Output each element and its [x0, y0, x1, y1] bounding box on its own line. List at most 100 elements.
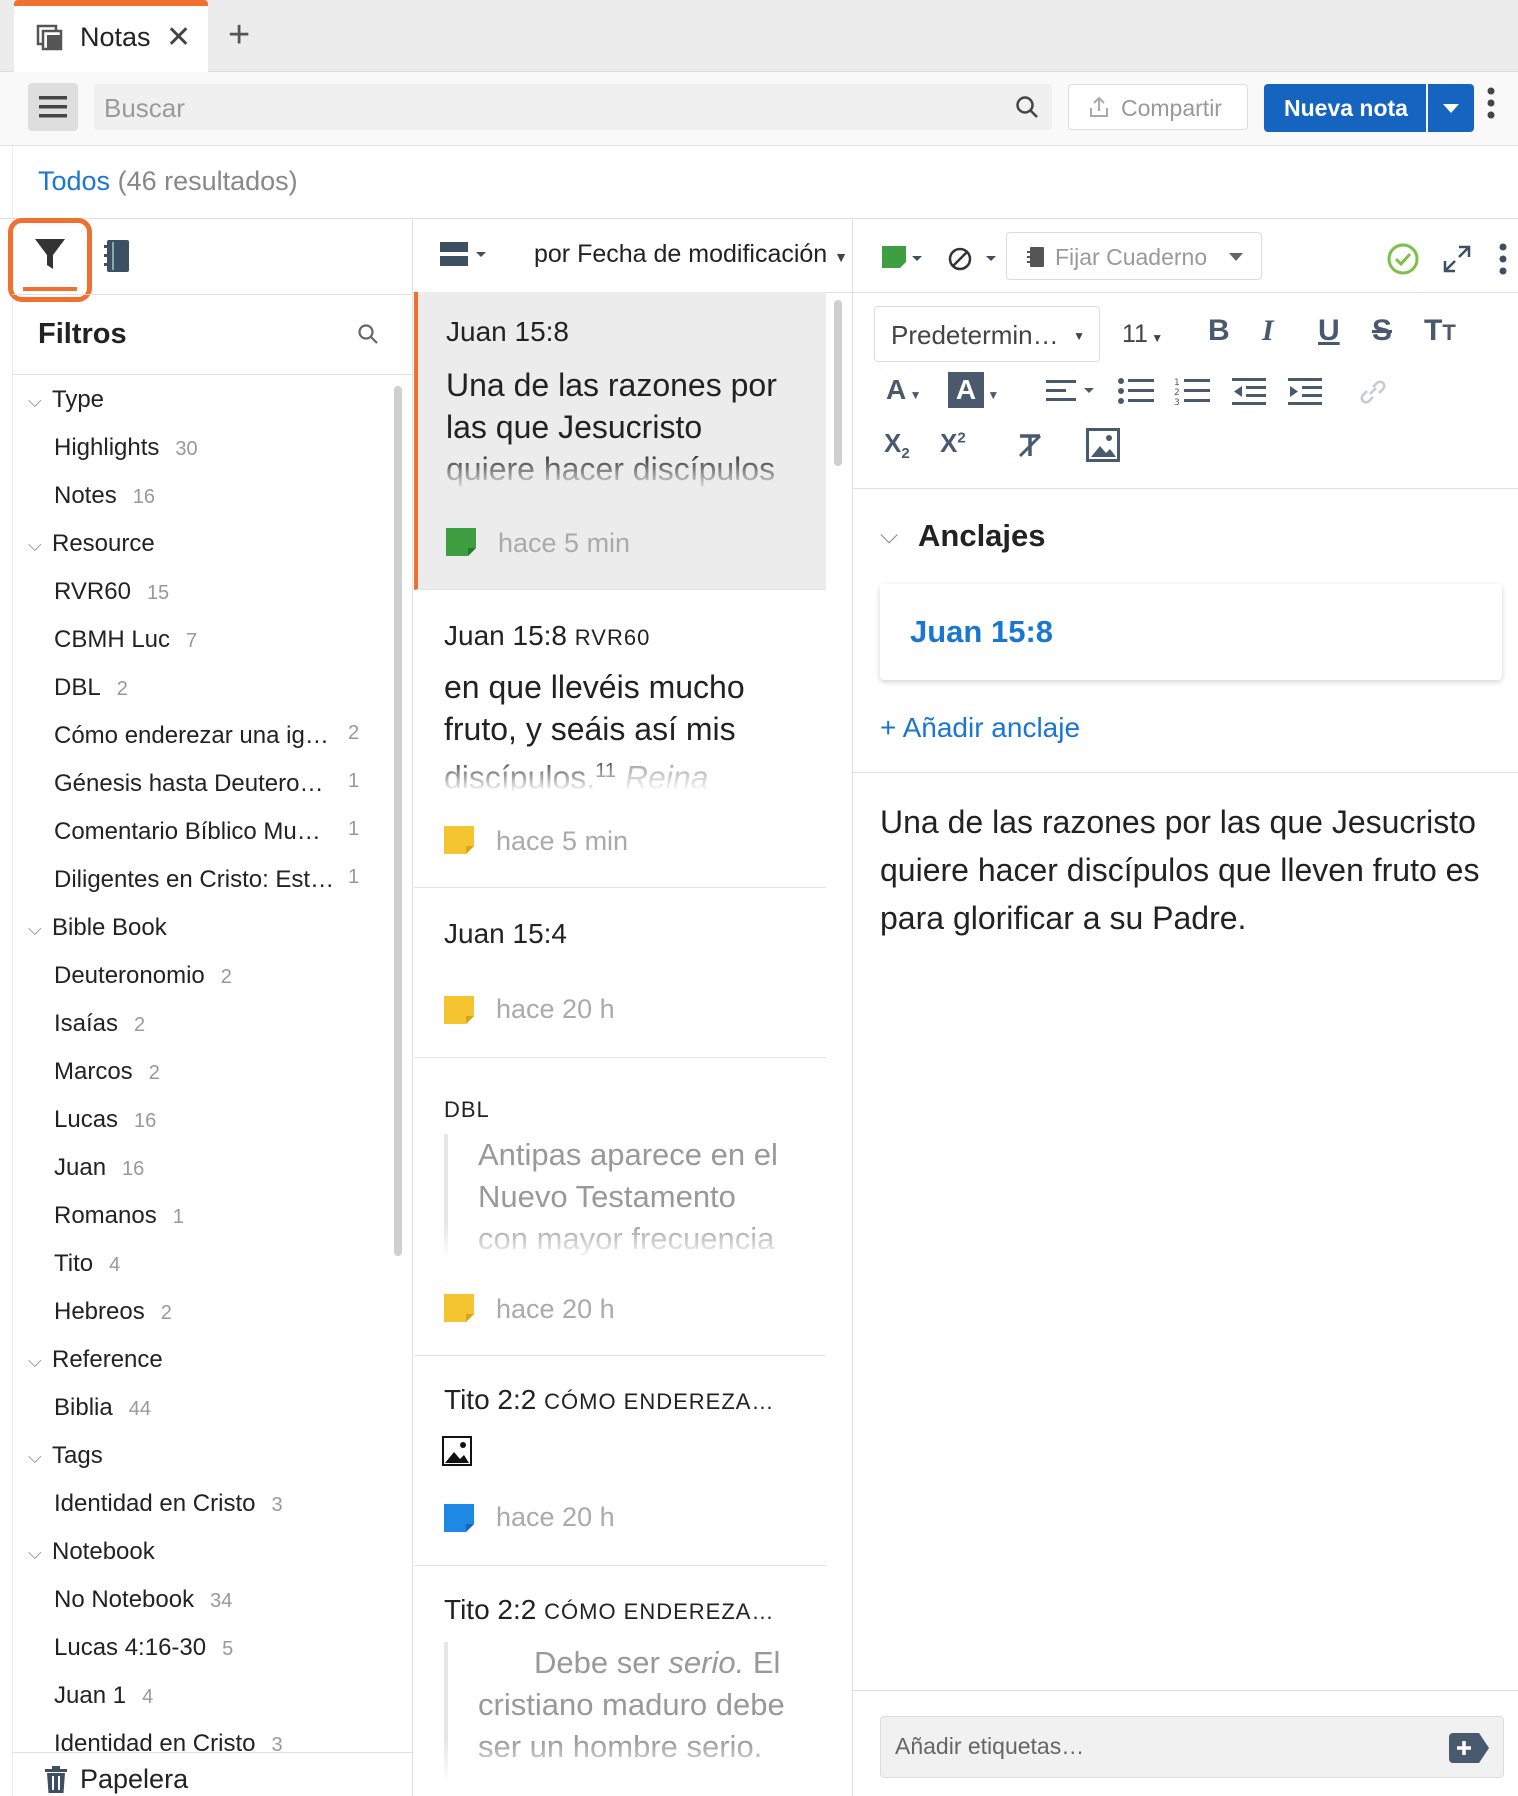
divider — [12, 294, 412, 295]
clear-format-icon[interactable] — [1014, 430, 1046, 467]
note-card[interactable]: Tito 2:2 CÓMO ENDEREZA… hace 20 h — [414, 1356, 826, 1566]
filter-item[interactable]: Lucas 16 — [54, 1106, 156, 1134]
filter-item[interactable]: Juan 14 — [54, 1682, 153, 1710]
expand-icon[interactable] — [1442, 244, 1472, 279]
add-tag-icon[interactable] — [1449, 1733, 1489, 1768]
underline-button[interactable]: U — [1318, 314, 1340, 348]
filter-item[interactable]: Lucas 4:16-30 5 — [54, 1634, 233, 1662]
list-view-icon — [440, 242, 486, 266]
filter-item[interactable]: Diligentes en Cristo: Est… 1 — [54, 866, 394, 894]
outdent-icon[interactable] — [1232, 376, 1268, 413]
filter-group-reference[interactable]: ⌵ Reference — [28, 1346, 163, 1374]
note-editor-content[interactable]: Una de las razones por las que Jesucrist… — [880, 798, 1500, 942]
font-select[interactable]: Predetermin… ▼ — [874, 306, 1100, 362]
filter-item[interactable]: Marcos 2 — [54, 1058, 160, 1086]
search-icon[interactable] — [1014, 94, 1040, 125]
filter-item[interactable]: Notes 16 — [54, 482, 155, 510]
more-options-icon[interactable] — [1486, 86, 1496, 125]
tags-input[interactable]: Añadir etiquetas… — [880, 1716, 1504, 1778]
filter-item[interactable]: Comentario Bíblico Mu… 1 — [54, 818, 394, 846]
filter-all-link[interactable]: Todos — [38, 166, 110, 196]
filter-tab-button[interactable] — [8, 218, 92, 302]
text-size-button[interactable]: TT — [1424, 314, 1456, 348]
hamburger-icon — [39, 96, 67, 118]
menu-button[interactable] — [28, 83, 78, 131]
trash-button[interactable]: Papelera — [44, 1764, 188, 1795]
filter-search-icon[interactable] — [356, 322, 380, 351]
filter-group-bible-book[interactable]: ⌵ Bible Book — [28, 914, 167, 942]
filter-group-notebook[interactable]: ⌵ Notebook — [28, 1538, 155, 1566]
note-quote: Antipas aparece en el Nuevo Testamento c… — [444, 1134, 794, 1260]
note-card[interactable]: Tito 2:2 CÓMO ENDEREZA… Debe ser serio. … — [414, 1566, 826, 1796]
chevron-down-icon: ⌵ — [28, 919, 42, 939]
numbered-list-icon[interactable]: 123 — [1174, 376, 1210, 413]
filter-group-type[interactable]: ⌵ Type — [28, 386, 104, 414]
anchor-card[interactable]: Juan 15:8 — [880, 584, 1502, 680]
filter-item[interactable]: RVR60 15 — [54, 578, 169, 606]
filter-item[interactable]: CBMH Luc 7 — [54, 626, 197, 654]
chevron-down-icon — [1229, 253, 1243, 261]
note-card-selected[interactable]: Juan 15:8 Una de las razones por las que… — [414, 292, 826, 590]
filter-item[interactable]: Deuteronomio 2 — [54, 962, 232, 990]
trash-label: Papelera — [80, 1764, 189, 1794]
new-tab-plus-icon[interactable]: + — [228, 14, 250, 57]
filter-item[interactable]: Isaías 2 — [54, 1010, 145, 1038]
note-card[interactable]: DBL Antipas aparece en el Nuevo Testamen… — [414, 1058, 826, 1356]
share-button[interactable]: Compartir — [1068, 84, 1248, 130]
note-ref: Tito 2:2 CÓMO ENDEREZA… — [444, 1594, 775, 1625]
indent-icon[interactable] — [1288, 376, 1324, 413]
divider — [12, 146, 13, 1796]
note-color-dropdown[interactable] — [882, 246, 926, 277]
close-icon[interactable]: ✕ — [166, 20, 191, 55]
divider — [0, 218, 1518, 219]
tab-notas[interactable]: Notas ✕ — [14, 0, 208, 72]
notebook-select[interactable]: Fijar Cuaderno — [1006, 232, 1262, 280]
filter-item[interactable]: Highlights 30 — [54, 434, 198, 462]
filter-item[interactable]: Identidad en Cristo 3 — [54, 1730, 283, 1752]
chevron-down-icon[interactable]: ⌵ — [880, 522, 898, 550]
filter-item[interactable]: Cómo enderezar una ig… 2 — [54, 722, 394, 750]
filter-item[interactable]: Tito 4 — [54, 1250, 120, 1278]
filter-group-tags[interactable]: ⌵ Tags — [28, 1442, 103, 1470]
superscript-button[interactable]: X2 — [940, 428, 966, 459]
link-icon[interactable] — [1358, 378, 1388, 411]
subscript-button[interactable]: X2 — [884, 428, 910, 462]
notebook-icon[interactable] — [102, 238, 132, 279]
anchor-reference-link[interactable]: Juan 15:8 — [910, 614, 1053, 650]
bullet-list-icon[interactable] — [1118, 376, 1154, 413]
divider — [852, 772, 1518, 773]
filter-item[interactable]: Identidad en Cristo 3 — [54, 1490, 283, 1518]
filter-item[interactable]: Juan 16 — [54, 1154, 144, 1182]
sort-dropdown[interactable]: por Fecha de modificación ▼ — [534, 240, 848, 269]
align-icon[interactable] — [1046, 376, 1098, 413]
strikethrough-button[interactable]: S — [1372, 314, 1392, 348]
filter-item[interactable]: Génesis hasta Deutero… 1 — [54, 770, 394, 798]
note-card[interactable]: Juan 15:8 RVR60 en que llevéis mucho fru… — [414, 590, 826, 888]
note-card[interactable]: Juan 15:4 hace 20 h — [414, 888, 826, 1058]
view-mode-dropdown[interactable] — [440, 240, 490, 275]
scrollbar[interactable] — [394, 386, 402, 1256]
font-size-select[interactable]: 11 ▼ — [1122, 320, 1163, 349]
search-input[interactable]: Buscar — [94, 84, 1052, 130]
italic-button[interactable]: I — [1262, 314, 1274, 348]
insert-image-icon[interactable] — [1086, 428, 1120, 467]
new-note-dropdown-button[interactable] — [1428, 84, 1474, 132]
bold-button[interactable]: B — [1208, 314, 1230, 348]
scrollbar[interactable] — [834, 300, 842, 466]
notebook-placeholder: Fijar Cuaderno — [1055, 244, 1208, 270]
share-icon — [1087, 95, 1111, 124]
filter-item[interactable]: Biblia 44 — [54, 1394, 151, 1422]
chevron-down-icon: ⌵ — [28, 535, 42, 555]
filter-item[interactable]: DBL 2 — [54, 674, 128, 702]
no-style-dropdown[interactable] — [946, 244, 1002, 279]
tab-label: Notas — [80, 22, 151, 52]
more-options-icon[interactable] — [1498, 242, 1508, 281]
highlight-color-button[interactable]: A ▼ — [948, 372, 999, 408]
new-note-button[interactable]: Nueva nota — [1264, 84, 1426, 132]
filter-item[interactable]: Romanos 1 — [54, 1202, 184, 1230]
add-anchor-link[interactable]: + Añadir anclaje — [880, 712, 1080, 744]
filter-item[interactable]: No Notebook 34 — [54, 1586, 232, 1614]
filter-item[interactable]: Hebreos 2 — [54, 1298, 172, 1326]
font-color-button[interactable]: A ▼ — [886, 374, 921, 406]
filter-group-resource[interactable]: ⌵ Resource — [28, 530, 155, 558]
